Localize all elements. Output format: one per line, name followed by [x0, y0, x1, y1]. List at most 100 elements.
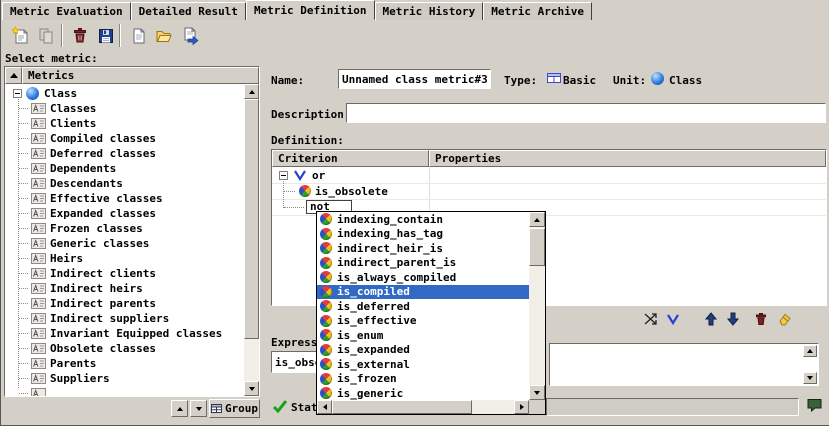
dropdown-item[interactable]: is_always_compiled	[317, 270, 529, 285]
dropdown-item[interactable]: is_effective	[317, 314, 529, 329]
export-metric-icon[interactable]	[177, 23, 202, 48]
description-input[interactable]	[346, 103, 826, 123]
tab-metric-evaluation[interactable]: Metric Evaluation	[2, 2, 131, 20]
dropdown-item[interactable]: is_expanded	[317, 343, 529, 358]
tree-connector	[19, 363, 28, 364]
tree-item[interactable]: Frozen classes	[5, 221, 244, 236]
scroll-up-icon[interactable]	[529, 212, 545, 227]
delete-criterion-icon[interactable]	[751, 309, 771, 329]
tree-item[interactable]: Generic classes	[5, 236, 244, 251]
tree-item-partial[interactable]	[5, 386, 244, 396]
or-operator-icon	[293, 169, 307, 181]
tree-item[interactable]: Suppliers	[5, 371, 244, 386]
criterion-row-is-obsolete[interactable]: is_obsolete	[315, 185, 388, 199]
eraser-icon[interactable]	[773, 309, 793, 329]
tree-item-label: Heirs	[50, 251, 83, 266]
tree-item[interactable]: Parents	[5, 356, 244, 371]
tree-item-class[interactable]: Class	[5, 86, 244, 101]
criterion-ball-icon	[320, 329, 332, 341]
dropdown-item[interactable]: indirect_heir_is	[317, 241, 529, 256]
properties-column-header[interactable]: Properties	[429, 150, 826, 167]
tree-item[interactable]: Classes	[5, 101, 244, 116]
tree-item[interactable]: Invariant Equipped classes	[5, 326, 244, 341]
group-button[interactable]: Group	[209, 399, 260, 418]
dropdown-item[interactable]: is_deferred	[317, 299, 529, 314]
scroll-left-icon[interactable]	[317, 400, 332, 414]
tree-item-label: Compiled classes	[50, 131, 156, 146]
tree-item[interactable]: Heirs	[5, 251, 244, 266]
scrollbar-thumb[interactable]	[332, 400, 472, 414]
tree-item[interactable]: Indirect suppliers	[5, 311, 244, 326]
tree-item[interactable]: Indirect parents	[5, 296, 244, 311]
criterion-ball-icon	[320, 387, 332, 399]
metrics-column-header[interactable]: Metrics	[22, 67, 259, 84]
row-divider	[272, 183, 826, 184]
scroll-down-icon[interactable]	[244, 381, 259, 396]
tree-item[interactable]: Indirect heirs	[5, 281, 244, 296]
scroll-down-icon[interactable]	[529, 385, 545, 400]
scrollbar-thumb[interactable]	[529, 228, 545, 266]
tree-item[interactable]: Expanded classes	[5, 206, 244, 221]
tab-metric-definition[interactable]: Metric Definition	[246, 0, 375, 20]
tree-item-label: Indirect heirs	[50, 281, 143, 296]
copy-metric-icon[interactable]	[33, 23, 58, 48]
detail-text-area[interactable]	[549, 343, 819, 386]
group-button-label: Group	[225, 402, 258, 415]
sort-button[interactable]	[5, 67, 22, 84]
criterion-ball-icon	[320, 344, 332, 356]
scroll-up-icon[interactable]	[244, 84, 259, 99]
dropdown-item-label: is_generic	[337, 387, 403, 400]
tree-item[interactable]: Effective classes	[5, 191, 244, 206]
shuffle-criterion-icon[interactable]	[641, 309, 661, 329]
tree-item[interactable]: Compiled classes	[5, 131, 244, 146]
dropdown-item-label: indirect_heir_is	[337, 242, 443, 255]
dropdown-item-selected[interactable]: is_compiled	[317, 285, 529, 300]
spin-up-icon[interactable]	[803, 345, 817, 357]
scrollbar-thumb[interactable]	[244, 99, 259, 339]
tab-metric-archive[interactable]: Metric Archive	[483, 2, 592, 20]
comment-icon[interactable]	[806, 397, 824, 414]
select-metric-label: Select metric:	[5, 52, 98, 66]
tree-item-label: Clients	[50, 116, 96, 131]
dropdown-item[interactable]: indexing_contain	[317, 212, 529, 227]
up-arrow-icon	[177, 407, 183, 411]
collapse-icon[interactable]	[13, 89, 22, 98]
criterion-ball-icon	[320, 242, 332, 254]
collapse-icon[interactable]	[279, 171, 288, 180]
dropdown-item[interactable]: indirect_parent_is	[317, 256, 529, 271]
dropdown-item[interactable]: is_generic	[317, 386, 529, 400]
tree-item[interactable]: Deferred classes	[5, 146, 244, 161]
new-metric-icon[interactable]	[7, 23, 32, 48]
scroll-right-icon[interactable]	[514, 400, 529, 414]
tree-connector	[19, 303, 28, 304]
tree-item[interactable]: Clients	[5, 116, 244, 131]
move-criterion-up-icon[interactable]	[701, 309, 721, 329]
tab-detailed-result[interactable]: Detailed Result	[131, 2, 246, 20]
dropdown-item[interactable]: is_enum	[317, 328, 529, 343]
save-metric-icon[interactable]	[93, 23, 118, 48]
criterion-ball-icon	[320, 257, 332, 269]
tree-item-label: Suppliers	[50, 371, 110, 386]
spin-down-icon[interactable]	[803, 372, 817, 384]
dropdown-item[interactable]: indexing_has_tag	[317, 227, 529, 242]
or-operator-button-icon[interactable]	[663, 309, 683, 329]
dropdown-item[interactable]: is_external	[317, 357, 529, 372]
move-metric-up-button[interactable]	[171, 400, 188, 417]
tree-connector	[284, 191, 295, 192]
tree-item[interactable]: Indirect clients	[5, 266, 244, 281]
criterion-row-or[interactable]: or	[312, 169, 325, 183]
criterion-column-header[interactable]: Criterion	[272, 150, 429, 167]
name-input[interactable]	[338, 69, 491, 89]
tab-metric-history[interactable]: Metric History	[375, 2, 484, 20]
move-criterion-down-icon[interactable]	[723, 309, 743, 329]
tree-item[interactable]: Descendants	[5, 176, 244, 191]
new-file-icon[interactable]	[125, 23, 150, 48]
open-folder-icon[interactable]	[151, 23, 176, 48]
move-metric-down-button[interactable]	[190, 400, 207, 417]
row-divider	[272, 199, 826, 200]
tree-item[interactable]: Dependents	[5, 161, 244, 176]
description-label: Description:	[271, 108, 350, 122]
dropdown-item[interactable]: is_frozen	[317, 372, 529, 387]
tree-item[interactable]: Obsolete classes	[5, 341, 244, 356]
delete-metric-icon[interactable]	[67, 23, 92, 48]
